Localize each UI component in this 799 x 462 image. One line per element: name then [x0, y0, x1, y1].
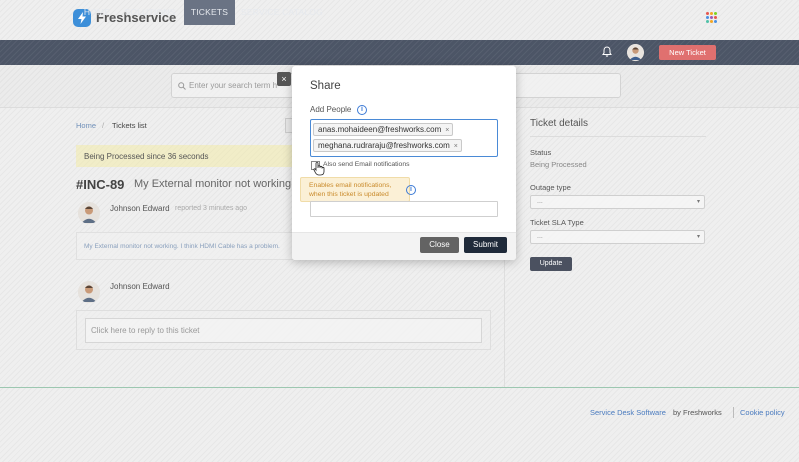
submit-button[interactable]: Submit: [464, 237, 507, 253]
new-ticket-button[interactable]: New Ticket: [659, 45, 716, 60]
remove-chip-icon[interactable]: ×: [445, 127, 449, 134]
add-people-label: Add People: [310, 105, 352, 114]
service-desk-link[interactable]: Service Desk Software: [590, 408, 666, 417]
share-modal-title: Share: [310, 80, 341, 92]
sla-type-select[interactable]: ... ▾: [530, 230, 705, 244]
nav-solutions[interactable]: SOLUTIONS: [121, 0, 179, 25]
close-button[interactable]: Close: [420, 237, 459, 253]
breadcrumb-current: Tickets list: [112, 121, 147, 130]
sla-type-label: Ticket SLA Type: [530, 218, 584, 227]
nav-service-catalog[interactable]: SERVICE CATALOG: [240, 0, 324, 25]
breadcrumb-home[interactable]: Home: [76, 121, 96, 130]
email-notify-tooltip-text: Enables email notifications, when this t…: [309, 182, 392, 198]
recipient-chip: meghana.rudraraju@freshworks.com ×: [313, 139, 462, 152]
recipient-email: anas.mohaideen@freshworks.com: [318, 125, 442, 134]
search-icon: [178, 82, 186, 90]
bell-icon[interactable]: [601, 46, 613, 58]
search-placeholder: Enter your search term h: [189, 81, 278, 90]
cookie-policy-link[interactable]: Cookie policy: [740, 408, 785, 417]
status-banner-text: Being Processed since 36 seconds: [84, 152, 209, 161]
recipient-chip: anas.mohaideen@freshworks.com ×: [313, 123, 454, 136]
chevron-down-icon: ▾: [696, 234, 700, 240]
ticket-title: My External monitor not working. I: [134, 178, 301, 190]
ticket-description: My External monitor not working. I think…: [84, 243, 280, 250]
nav-tickets[interactable]: TICKETS: [184, 0, 235, 25]
hand-cursor-icon: [313, 162, 325, 176]
update-button[interactable]: Update: [530, 257, 572, 271]
chevron-down-icon: ▾: [696, 199, 700, 205]
reply-placeholder: Click here to reply to this ticket: [91, 326, 200, 335]
ticket-id: #INC-89: [76, 177, 125, 192]
status-value: Being Processed: [530, 160, 587, 169]
modal-close-icon[interactable]: ×: [277, 72, 291, 86]
outage-type-select[interactable]: ... ▾: [530, 195, 705, 209]
footer-separator: [733, 407, 734, 418]
footer-divider: [0, 387, 799, 388]
requester-name[interactable]: Johnson Edward: [110, 204, 170, 213]
reply-author-name: Johnson Edward: [110, 282, 170, 291]
user-avatar[interactable]: [627, 44, 644, 61]
remove-chip-icon[interactable]: ×: [454, 143, 458, 150]
requester-meta: reported 3 minutes ago: [175, 205, 247, 212]
info-icon[interactable]: i: [406, 185, 416, 195]
outage-type-label: Outage type: [530, 183, 571, 192]
apps-grid-icon[interactable]: [706, 12, 717, 23]
outage-type-value: ...: [537, 198, 543, 205]
status-label: Status: [530, 148, 552, 157]
requester-avatar: [78, 202, 100, 224]
reply-avatar: [78, 281, 100, 303]
recipient-email: meghana.rudraraju@freshworks.com: [318, 141, 450, 150]
footer-by-text: by Freshworks: [673, 408, 722, 417]
info-icon[interactable]: i: [357, 105, 367, 115]
ticket-details-divider: [530, 136, 706, 137]
email-notify-label[interactable]: Also send Email notifications: [323, 161, 410, 168]
sla-type-value: ...: [537, 233, 543, 240]
ticket-details-title: Ticket details: [530, 118, 588, 129]
share-note-input[interactable]: [310, 201, 498, 217]
nav-home[interactable]: HOME: [76, 0, 118, 25]
breadcrumb-separator: /: [102, 121, 105, 130]
